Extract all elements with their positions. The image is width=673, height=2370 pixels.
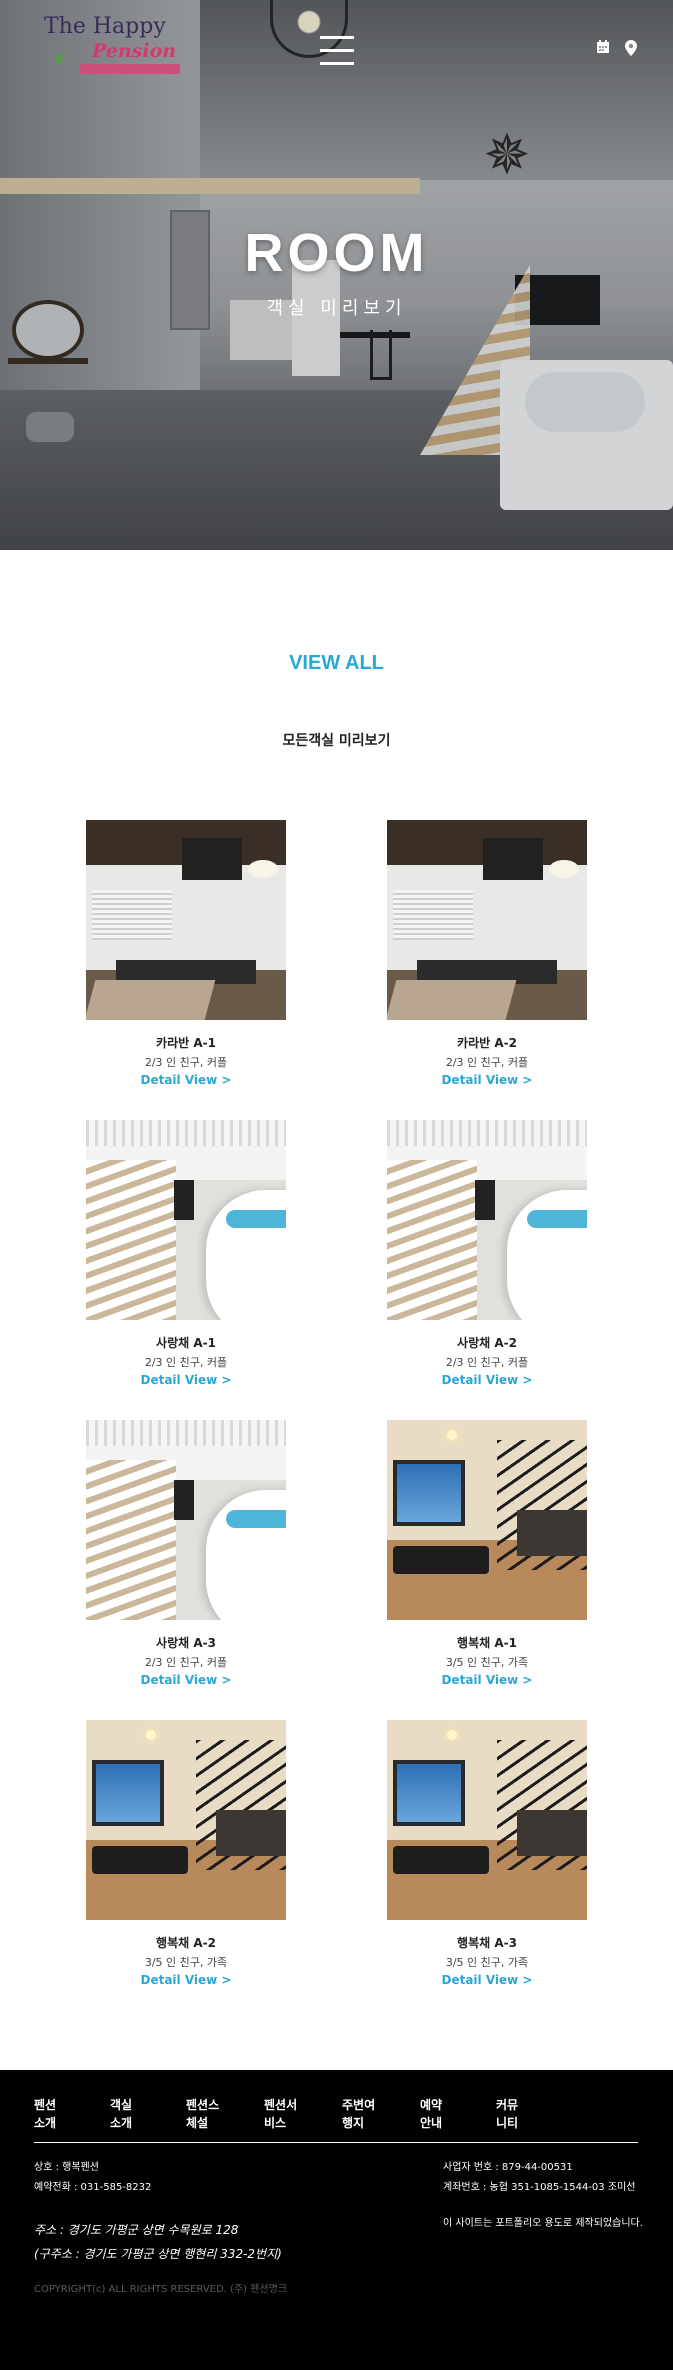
room-photo[interactable] [86, 820, 286, 1020]
footer-copyright: COPYRIGHT(c) ALL RIGHTS RESERVED. (주) 펜션… [34, 2284, 288, 2295]
room-name: 사랑채 A-2 [457, 1336, 517, 1350]
room-photo[interactable] [387, 1720, 587, 1920]
footer-address: 주소 : 경기도 가평군 상면 수목원로 128 [34, 2223, 239, 2237]
map-pin-icon[interactable] [623, 40, 639, 56]
room-capacity: 2/3 인 친구, 커플 [144, 1656, 228, 1669]
room-name: 행복채 A-3 [457, 1936, 517, 1950]
room-card[interactable]: 행복채 A-3 3/5 인 친구, 가족 Detail View > [387, 1720, 587, 1987]
footer-address-old: (구주소 : 경기도 가평군 상면 행현리 332-2번지) [34, 2247, 282, 2261]
hero-subtitle: 객실 미리보기 [266, 298, 407, 319]
footer-company: 상호 : 행복펜션 [34, 2162, 99, 2173]
room-photo[interactable] [387, 1120, 587, 1320]
view-all-heading: VIEW ALL [289, 652, 384, 674]
detail-view-link[interactable]: Detail View > [86, 1073, 286, 1087]
footer-nav-reservation[interactable]: 예약 안내 [420, 2096, 496, 2132]
room-capacity: 2/3 인 친구, 커플 [445, 1056, 529, 1069]
room-card[interactable]: 사랑채 A-1 2/3 인 친구, 커플 Detail View > [86, 1120, 286, 1387]
site-logo[interactable]: The Happy ❦ Pension [44, 14, 194, 80]
room-capacity: 3/5 인 친구, 가족 [144, 1956, 228, 1969]
room-photo[interactable] [86, 1120, 286, 1320]
room-photo[interactable] [387, 1420, 587, 1620]
room-card[interactable]: 사랑채 A-2 2/3 인 친구, 커플 Detail View > [387, 1120, 587, 1387]
footer-nav-services[interactable]: 펜션서 비스 [264, 2096, 342, 2132]
detail-view-link[interactable]: Detail View > [387, 1973, 587, 1987]
room-name: 카라반 A-2 [457, 1036, 517, 1050]
room-card[interactable]: 카라반 A-1 2/3 인 친구, 커플 Detail View > [86, 820, 286, 1087]
leaf-icon: ❦ [52, 48, 68, 69]
room-capacity: 3/5 인 친구, 가족 [445, 1656, 529, 1669]
room-card[interactable]: 사랑채 A-3 2/3 인 친구, 커플 Detail View > [86, 1420, 286, 1687]
section-subtitle: 모든객실 미리보기 [282, 733, 391, 749]
room-capacity: 2/3 인 친구, 커플 [445, 1356, 529, 1369]
hero-banner: ✵ The Happy ❦ Pension ROOM 객실 미리보기 [0, 0, 673, 550]
room-name: 카라반 A-1 [156, 1036, 216, 1050]
room-capacity: 3/5 인 친구, 가족 [445, 1956, 529, 1969]
footer-biz-no: 사업자 번호 : 879-44-00531 [443, 2162, 573, 2173]
room-capacity: 2/3 인 친구, 커플 [144, 1056, 228, 1069]
detail-view-link[interactable]: Detail View > [86, 1673, 286, 1687]
room-name: 행복채 A-2 [156, 1936, 216, 1950]
room-card[interactable]: 카라반 A-2 2/3 인 친구, 커플 Detail View > [387, 820, 587, 1087]
room-name: 사랑채 A-1 [156, 1336, 216, 1350]
menu-icon[interactable] [320, 36, 354, 66]
room-card[interactable]: 행복채 A-1 3/5 인 친구, 가족 Detail View > [387, 1420, 587, 1687]
detail-view-link[interactable]: Detail View > [387, 1373, 587, 1387]
detail-view-link[interactable]: Detail View > [387, 1673, 587, 1687]
calendar-icon[interactable] [595, 40, 611, 56]
detail-view-link[interactable]: Detail View > [86, 1373, 286, 1387]
footer: 펜션 소개 객실 소개 펜션스 체설 펜션서 비스 주변여 행지 예약 안내 커뮤 니티 상호… [0, 2070, 673, 2370]
footer-phone: 예약전화 : 031-585-8232 [34, 2182, 152, 2193]
room-name: 사랑채 A-3 [156, 1636, 216, 1650]
footer-nav-facilities[interactable]: 펜션스 체설 [186, 2096, 264, 2132]
footer-divider [34, 2142, 638, 2143]
footer-nav-community[interactable]: 커뮤 니티 [496, 2096, 572, 2132]
footer-nav: 펜션 소개 객실 소개 펜션스 체설 펜션서 비스 주변여 행지 예약 안내 커뮤 니티 [34, 2096, 638, 2132]
footer-nav-nearby[interactable]: 주변여 행지 [342, 2096, 420, 2132]
room-photo[interactable] [86, 1720, 286, 1920]
room-photo[interactable] [387, 820, 587, 1020]
detail-view-link[interactable]: Detail View > [86, 1973, 286, 1987]
room-card[interactable]: 행복채 A-2 3/5 인 친구, 가족 Detail View > [86, 1720, 286, 1987]
footer-account: 계좌번호 : 농협 351-1085-1544-03 조미선 [443, 2182, 636, 2193]
footer-note: 이 사이트는 포트폴리오 용도로 제작되었습니다. [443, 2218, 643, 2229]
footer-nav-pension-intro[interactable]: 펜션 소개 [34, 2096, 110, 2132]
detail-view-link[interactable]: Detail View > [387, 1073, 587, 1087]
room-capacity: 2/3 인 친구, 커플 [144, 1356, 228, 1369]
room-name: 행복채 A-1 [457, 1636, 517, 1650]
footer-nav-room-intro[interactable]: 객실 소개 [110, 2096, 186, 2132]
hero-title: ROOM [244, 223, 429, 283]
room-photo[interactable] [86, 1420, 286, 1620]
